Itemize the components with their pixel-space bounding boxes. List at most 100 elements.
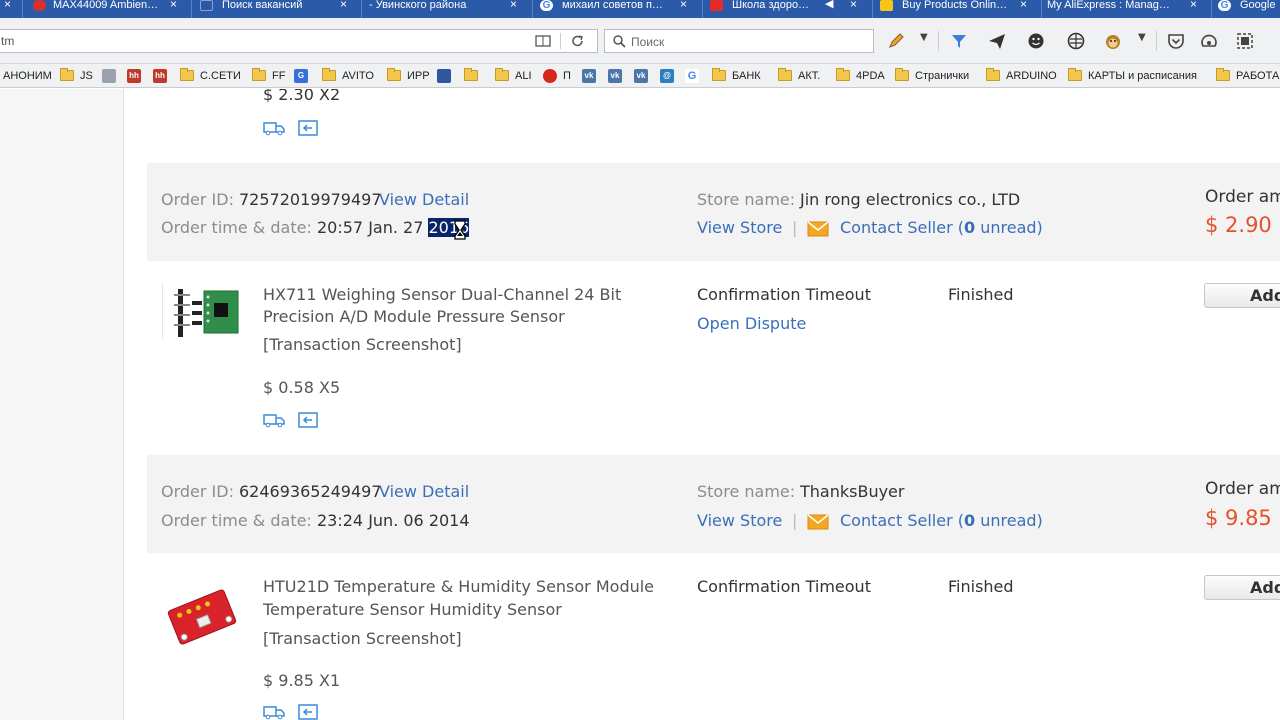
view-detail-link[interactable]: View Detail xyxy=(379,482,469,501)
translate-icon[interactable] xyxy=(950,32,968,50)
order-time-label: Order time & date: xyxy=(161,218,312,237)
tab-close[interactable]: × xyxy=(336,0,358,18)
tab-close[interactable]: × xyxy=(1016,0,1038,18)
order-header xyxy=(147,455,1280,553)
order-id: 72572019979497 xyxy=(239,190,382,209)
pencil-icon[interactable] xyxy=(887,32,905,50)
tab-title: - Увинского района xyxy=(369,0,467,11)
truck-icon[interactable] xyxy=(263,704,285,720)
close-icon[interactable]: × xyxy=(340,0,347,10)
address-bar[interactable]: tm xyxy=(0,29,598,53)
google-icon: G xyxy=(685,69,699,83)
tab-title: Google xyxy=(1240,0,1276,11)
chevron-down-icon[interactable]: ▼ xyxy=(1138,32,1156,50)
truck-icon[interactable] xyxy=(263,412,285,428)
close-icon[interactable]: × xyxy=(510,0,517,10)
truck-icon[interactable] xyxy=(263,120,285,136)
folder-icon xyxy=(1068,68,1082,81)
close-icon[interactable]: × xyxy=(680,0,687,10)
send-icon[interactable] xyxy=(988,32,1006,50)
search-bar[interactable]: Поиск xyxy=(604,29,874,53)
order-amount-label: Order am xyxy=(1205,479,1280,499)
close-icon[interactable]: × xyxy=(170,0,177,10)
reader-view-icon[interactable] xyxy=(535,34,551,48)
search-icon xyxy=(613,35,626,48)
speaker-icon[interactable]: ◀ xyxy=(825,0,833,10)
item-title-line2[interactable]: Precision A/D Module Pressure Sensor xyxy=(263,307,565,326)
emblem-icon xyxy=(437,69,451,83)
google-icon: G xyxy=(1218,0,1231,11)
pocket-icon[interactable] xyxy=(1167,32,1185,50)
tab-title: Поиск вакансий xyxy=(222,0,303,11)
tab-title: Buy Products Onlin… xyxy=(902,0,1008,11)
order-time: 20:57 Jan. 27 2016 xyxy=(317,218,470,237)
tab-vacancies[interactable]: Поиск вакансий xyxy=(194,0,359,18)
order-result: Finished xyxy=(948,577,1014,596)
return-icon[interactable] xyxy=(297,120,319,136)
close-icon[interactable]: × xyxy=(1020,0,1027,10)
add-to-cart-button[interactable]: Add xyxy=(1204,575,1280,600)
hx711-module-thumbnail[interactable] xyxy=(162,283,242,343)
item-title-line2[interactable]: Temperature Sensor Humidity Sensor xyxy=(263,600,562,619)
reload-icon[interactable] xyxy=(570,34,586,48)
translate-icon: G xyxy=(294,69,308,83)
tab-close[interactable]: × xyxy=(1186,0,1208,18)
close-icon[interactable]: × xyxy=(4,0,11,10)
tab-close-prev[interactable]: × xyxy=(0,0,22,18)
tab-strip: × MAX44009 Ambien… × Поиск вакансий × - … xyxy=(0,0,1280,18)
transaction-screenshot-link[interactable]: [Transaction Screenshot] xyxy=(263,335,462,354)
folder-icon xyxy=(464,68,478,81)
aliexpress-icon xyxy=(880,0,893,11)
tab-uvinsky[interactable]: - Увинского района xyxy=(364,0,529,18)
add-to-cart-button[interactable]: Add xyxy=(1204,283,1280,308)
order-amount: $ 9.85 xyxy=(1205,506,1272,530)
item-title[interactable]: HX711 Weighing Sensor Dual-Channel 24 Bi… xyxy=(263,285,621,304)
sync-icon[interactable] xyxy=(1200,32,1218,50)
transaction-screenshot-link[interactable]: [Transaction Screenshot] xyxy=(263,629,462,648)
tab-close[interactable]: × xyxy=(846,0,868,18)
open-dispute-link[interactable]: Open Dispute xyxy=(697,314,806,333)
view-store-link[interactable]: View Store xyxy=(697,511,782,530)
envelope-icon xyxy=(807,514,829,530)
folder-icon xyxy=(836,68,850,81)
tab-close[interactable]: × xyxy=(166,0,188,18)
order-id-label: Order ID: xyxy=(161,482,234,501)
return-icon[interactable] xyxy=(297,412,319,428)
chevron-down-icon[interactable]: ▼ xyxy=(920,32,938,50)
folder-icon xyxy=(322,68,336,81)
folder-icon xyxy=(1216,68,1230,81)
order-amount-label: Order am xyxy=(1205,187,1280,207)
view-store-link[interactable]: View Store xyxy=(697,218,782,237)
folder-icon xyxy=(495,68,509,81)
tab-my-aliexpress[interactable]: My AliExpress : Manag… xyxy=(1044,0,1209,18)
separator: | xyxy=(792,218,798,237)
order-time-label: Order time & date: xyxy=(161,511,312,530)
tab-close[interactable]: × xyxy=(676,0,698,18)
view-detail-link[interactable]: View Detail xyxy=(379,190,469,209)
return-icon[interactable] xyxy=(297,704,319,720)
close-icon[interactable]: × xyxy=(1190,0,1197,10)
smiley-icon[interactable] xyxy=(1027,32,1045,50)
page-icon xyxy=(102,69,116,83)
screenshot-icon[interactable] xyxy=(1236,32,1254,50)
contact-seller-link[interactable]: Contact Seller (0 unread) xyxy=(840,218,1043,237)
item-price: $ 9.85 X1 xyxy=(263,671,341,690)
contact-seller-link[interactable]: Contact Seller (0 unread) xyxy=(840,511,1043,530)
tab-title: My AliExpress : Manag… xyxy=(1047,0,1170,11)
hourglass-cursor-icon xyxy=(454,220,466,240)
order-result: Finished xyxy=(948,285,1014,304)
youtube-icon xyxy=(710,0,723,11)
tab-google[interactable]: G Google xyxy=(1214,0,1280,18)
globe-icon[interactable] xyxy=(1067,32,1085,50)
close-icon[interactable]: × xyxy=(850,0,857,10)
folder-icon xyxy=(712,68,726,81)
tab-close[interactable]: × xyxy=(506,0,528,18)
folder-icon xyxy=(252,68,266,81)
no-entry-icon xyxy=(543,69,557,83)
emblem-icon xyxy=(200,0,213,11)
monkey-icon[interactable] xyxy=(1104,32,1122,50)
tab-title: Школа здоро… xyxy=(732,0,810,11)
opera-icon xyxy=(33,0,46,11)
htu21d-module-thumbnail[interactable] xyxy=(162,587,242,647)
item-title[interactable]: HTU21D Temperature & Humidity Sensor Mod… xyxy=(263,577,654,596)
